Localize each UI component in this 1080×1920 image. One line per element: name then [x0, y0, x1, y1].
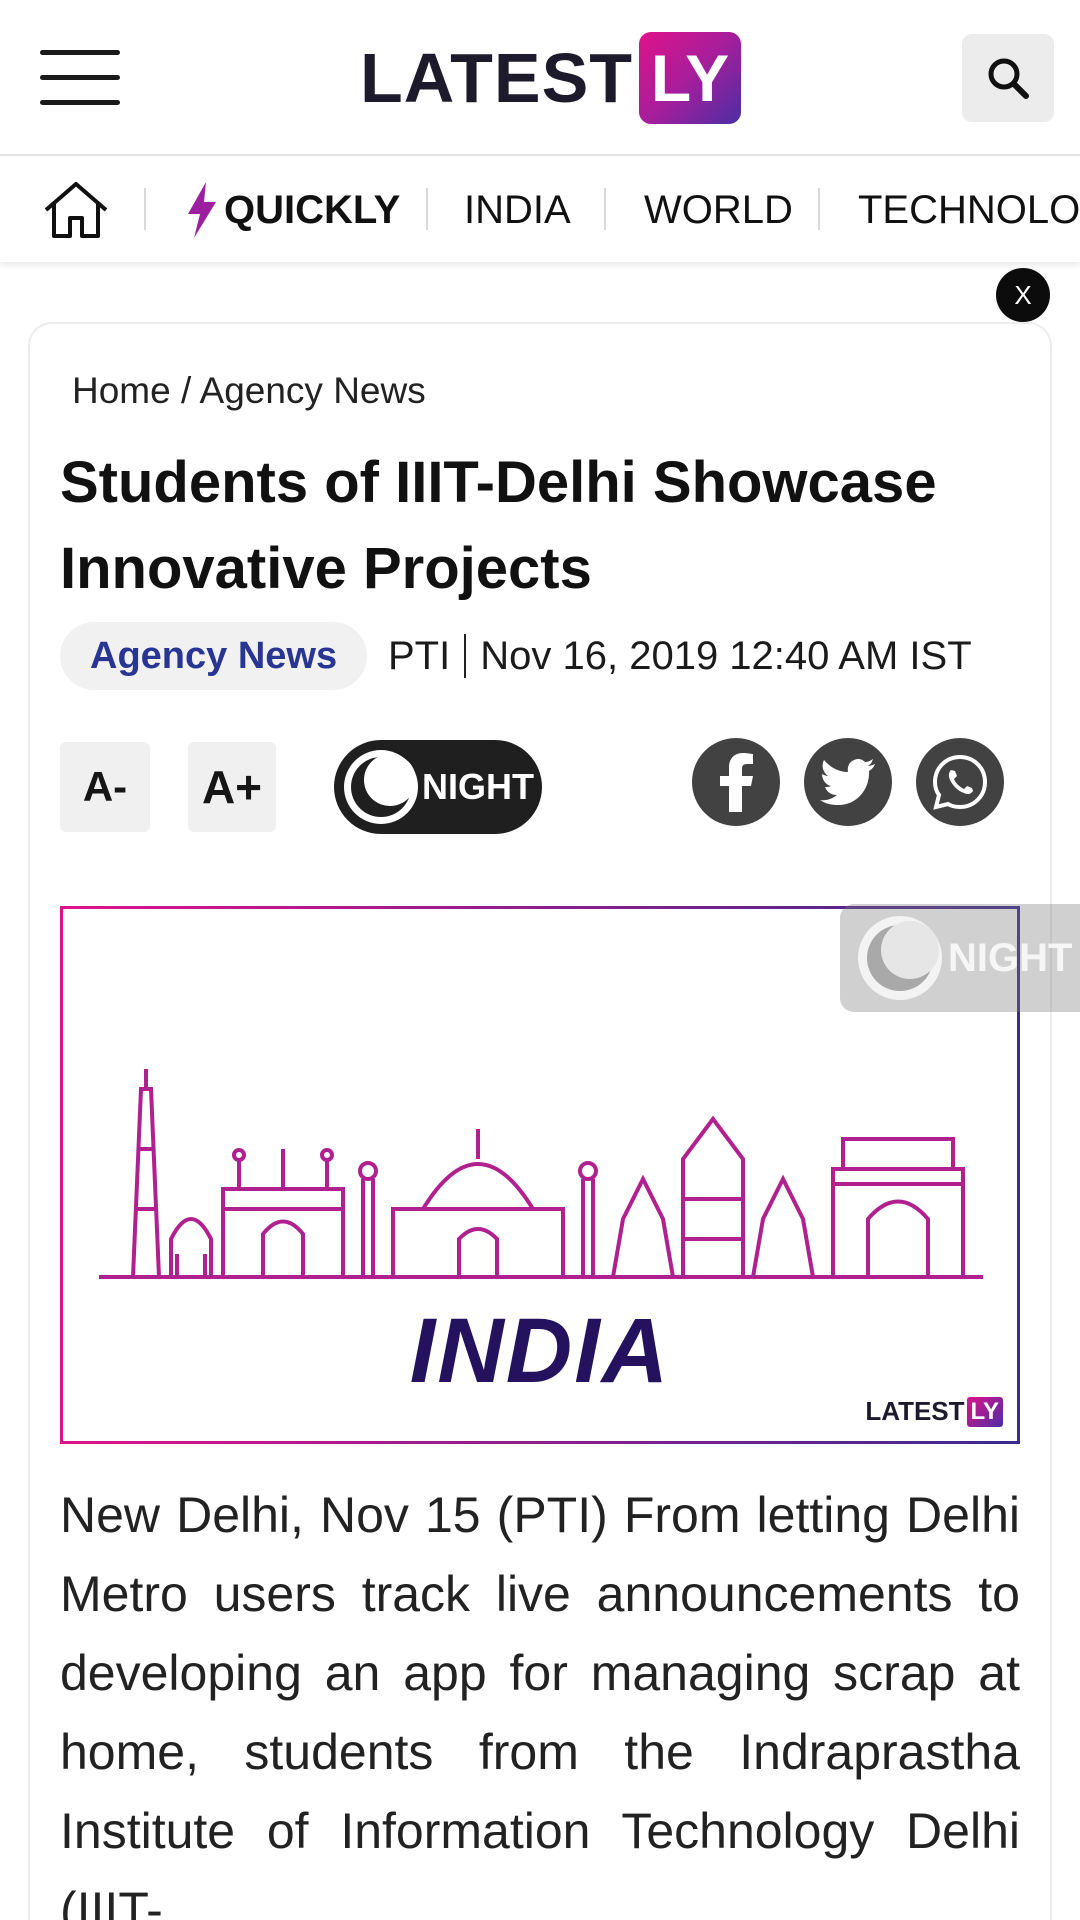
nav-divider — [426, 188, 428, 230]
nav-divider — [818, 188, 820, 230]
site-logo[interactable]: LATEST LY — [360, 30, 742, 126]
night-mode-toggle[interactable]: NIGHT — [334, 740, 542, 834]
article-source: PTI — [388, 633, 451, 678]
india-skyline-illustration — [99, 1069, 983, 1279]
breadcrumb: Home / Agency News — [72, 370, 426, 412]
article-title: Students of IIIT-Delhi Showcase Innovati… — [60, 450, 937, 601]
logo-badge: LY — [639, 32, 742, 124]
home-icon — [44, 182, 108, 238]
breadcrumb-section[interactable]: Agency News — [200, 370, 426, 411]
nav-label: TECHNOLOG — [858, 187, 1080, 232]
twitter-icon — [820, 759, 875, 805]
moon-icon — [858, 916, 942, 1000]
search-icon — [988, 58, 1029, 99]
nav-label: QUICKLY — [224, 187, 401, 232]
facebook-icon — [720, 753, 753, 812]
logo-text: LATEST — [360, 39, 634, 117]
article-byline: PTI Nov 16, 2019 12:40 AM IST — [388, 622, 972, 690]
breadcrumb-separator: / — [180, 370, 192, 411]
search-button[interactable] — [962, 34, 1054, 122]
moon-icon — [344, 750, 418, 824]
hero-caption: INDIA — [409, 1300, 671, 1402]
share-twitter-button[interactable] — [804, 738, 892, 826]
hero-watermark-logo: LATEST LY — [865, 1396, 1003, 1427]
font-decrease-button[interactable]: A- — [60, 742, 150, 832]
hamburger-menu-icon[interactable] — [40, 50, 120, 106]
night-label: NIGHT — [948, 935, 1073, 980]
share-facebook-button[interactable] — [692, 738, 780, 826]
nav-divider — [144, 188, 146, 230]
lightning-icon — [188, 182, 216, 238]
share-whatsapp-button[interactable] — [916, 738, 1004, 826]
nav-home[interactable] — [42, 158, 110, 262]
nav-label: WORLD — [644, 187, 793, 232]
category-nav: QUICKLY INDIA WORLD TECHNOLOG — [0, 158, 1080, 262]
article-body: New Delhi, Nov 15 (PTI) From letting Del… — [60, 1487, 1020, 1920]
nav-divider — [604, 188, 606, 230]
article-timestamp: Nov 16, 2019 12:40 AM IST — [480, 633, 972, 678]
nav-item-technology[interactable]: TECHNOLOG — [858, 158, 1080, 262]
breadcrumb-home[interactable]: Home — [72, 370, 171, 411]
nav-item-india[interactable]: INDIA — [464, 158, 571, 262]
font-increase-button[interactable]: A+ — [188, 742, 276, 832]
nav-item-world[interactable]: WORLD — [644, 158, 793, 262]
nav-label: INDIA — [464, 187, 571, 232]
night-label: NIGHT — [422, 766, 534, 807]
whatsapp-icon — [932, 754, 988, 810]
byline-divider — [464, 634, 467, 678]
ad-close-button[interactable]: X — [996, 268, 1050, 322]
category-badge[interactable]: Agency News — [60, 622, 368, 690]
floating-night-toggle[interactable]: NIGHT — [840, 904, 1080, 1012]
nav-item-quickly[interactable]: QUICKLY — [184, 158, 400, 262]
site-header: LATEST LY — [0, 0, 1080, 156]
